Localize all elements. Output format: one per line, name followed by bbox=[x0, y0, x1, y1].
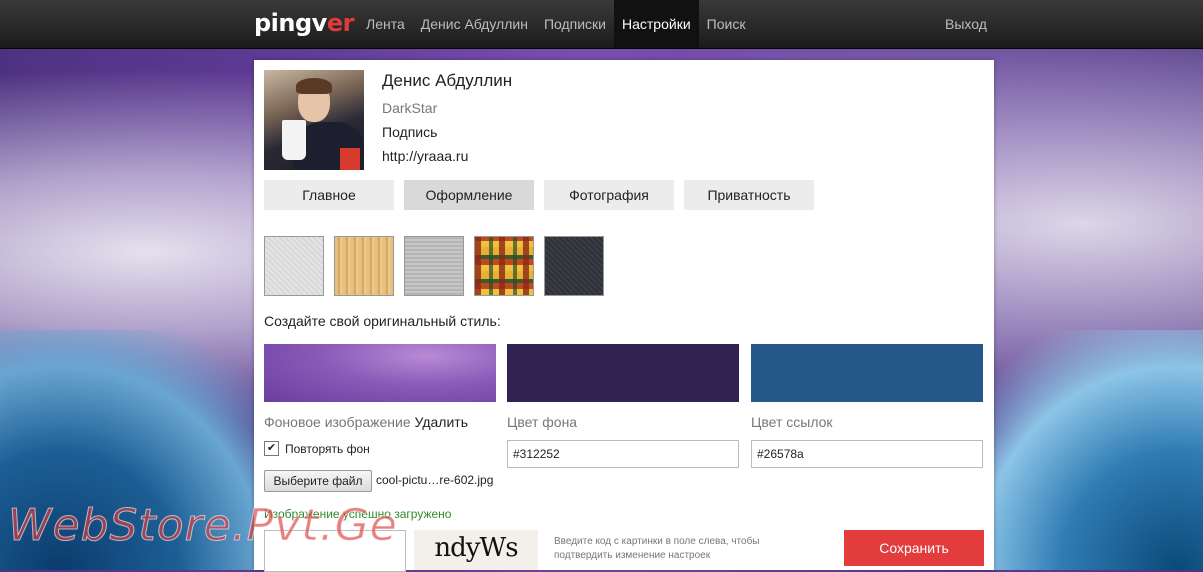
tab-design[interactable]: Оформление bbox=[404, 180, 534, 210]
link-color-input[interactable]: #26578a bbox=[751, 440, 983, 468]
link-color-label: Цвет ссылок bbox=[751, 414, 833, 430]
top-navbar: pingver Лента Денис Абдуллин Подписки На… bbox=[0, 0, 1203, 49]
bg-color-preview[interactable] bbox=[507, 344, 739, 402]
nav-item-subscriptions[interactable]: Подписки bbox=[536, 0, 614, 48]
nav-item-search[interactable]: Поиск bbox=[699, 0, 754, 48]
bg-image-label-text: Фоновое изображение bbox=[264, 414, 411, 430]
bg-image-preview[interactable] bbox=[264, 344, 496, 402]
theme-swatch-plaid[interactable] bbox=[474, 236, 534, 296]
nav-item-profile[interactable]: Денис Абдуллин bbox=[413, 0, 536, 48]
tab-photo[interactable]: Фотография bbox=[544, 180, 674, 210]
theme-swatch-metal[interactable] bbox=[404, 236, 464, 296]
tab-main[interactable]: Главное bbox=[264, 180, 394, 210]
link-color-preview[interactable] bbox=[751, 344, 983, 402]
theme-swatch-wood[interactable] bbox=[334, 236, 394, 296]
profile-url-link[interactable]: http://yraaa.ru bbox=[382, 148, 468, 164]
main-nav: Лента Денис Абдуллин Подписки Настройки … bbox=[358, 0, 753, 48]
logout-link[interactable]: Выход bbox=[945, 0, 987, 48]
style-title: Создайте свой оригинальный стиль: bbox=[264, 313, 501, 329]
bg-image-label: Фоновое изображение Удалить bbox=[264, 414, 468, 430]
logo-accent: er bbox=[326, 9, 355, 37]
theme-swatch-dark[interactable] bbox=[544, 236, 604, 296]
repeat-bg-label: Повторять фон bbox=[285, 441, 370, 456]
bg-color-label: Цвет фона bbox=[507, 414, 578, 430]
captcha-image: ndyWs bbox=[414, 530, 538, 570]
profile-login: DarkStar bbox=[382, 100, 438, 116]
repeat-bg-row: ✔ Повторять фон bbox=[264, 441, 370, 456]
avatar-cup bbox=[282, 120, 306, 160]
bg-color-input[interactable]: #312252 bbox=[507, 440, 739, 468]
choose-file-button[interactable]: Выберите файл bbox=[264, 470, 372, 492]
delete-bg-link[interactable]: Удалить bbox=[415, 414, 468, 430]
captcha-hint: Введите код с картинки в поле слева, что… bbox=[554, 536, 760, 561]
avatar-hair bbox=[296, 78, 332, 94]
watermark: WebStore.Pvt.Ge bbox=[8, 500, 398, 552]
tab-privacy[interactable]: Приватность bbox=[684, 180, 814, 210]
settings-tabs: Главное Оформление Фотография Приватност… bbox=[264, 180, 814, 210]
profile-signature: Подпись bbox=[382, 124, 438, 140]
save-button[interactable]: Сохранить bbox=[844, 530, 984, 566]
avatar[interactable] bbox=[264, 70, 364, 170]
nav-item-feed[interactable]: Лента bbox=[358, 0, 413, 48]
logo[interactable]: pingver bbox=[254, 9, 354, 37]
profile-name: Денис Абдуллин bbox=[382, 71, 513, 90]
theme-swatch-light-grey[interactable] bbox=[264, 236, 324, 296]
theme-swatches bbox=[264, 236, 604, 296]
chosen-file-name: cool-pictu…re-602.jpg bbox=[376, 473, 494, 487]
nav-item-settings[interactable]: Настройки bbox=[614, 0, 699, 48]
repeat-bg-checkbox[interactable]: ✔ bbox=[264, 441, 279, 456]
logo-main: pingv bbox=[254, 9, 327, 37]
settings-panel: Денис Абдуллин DarkStar Подпись http://y… bbox=[254, 60, 994, 572]
avatar-fries bbox=[340, 148, 360, 170]
